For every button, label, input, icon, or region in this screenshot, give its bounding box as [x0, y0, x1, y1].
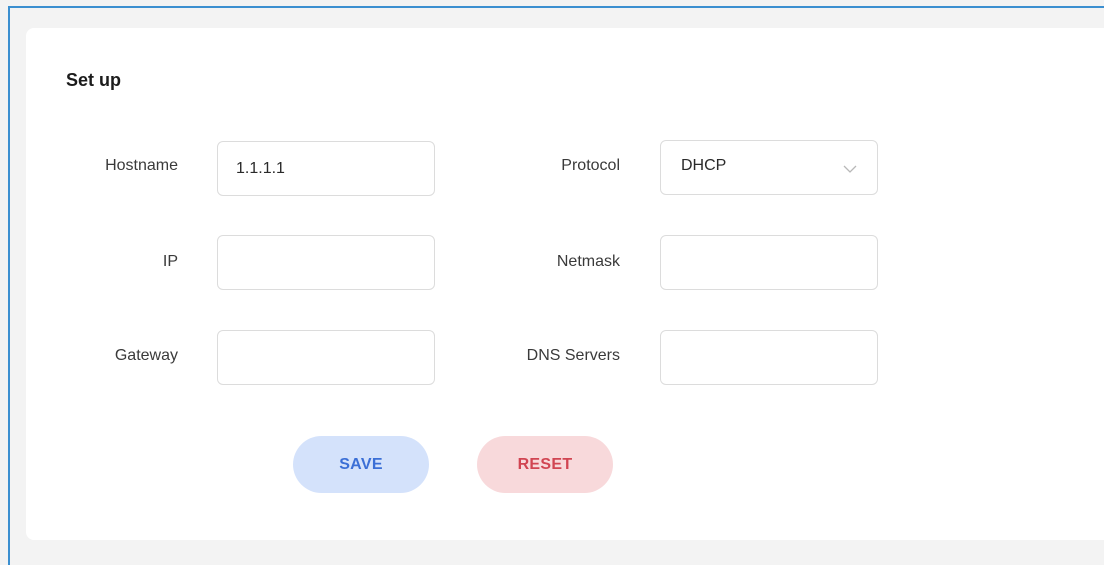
hostname-label: Hostname [105, 157, 178, 174]
gateway-input[interactable] [217, 330, 435, 385]
netmask-input[interactable] [660, 235, 878, 290]
protocol-label: Protocol [561, 157, 620, 174]
ip-input[interactable] [217, 235, 435, 290]
dns-servers-label: DNS Servers [526, 347, 620, 364]
card-title: Set up [66, 70, 122, 90]
dns-servers-input[interactable] [660, 330, 878, 385]
protocol-select[interactable]: DHCP [660, 140, 878, 195]
protocol-selected-value: DHCP [681, 156, 727, 174]
gateway-label: Gateway [114, 347, 178, 364]
chevron-down-icon [843, 165, 857, 175]
netmask-label: Netmask [556, 253, 620, 270]
reset-button[interactable]: RESET [477, 436, 613, 493]
ip-label: IP [162, 253, 178, 270]
hostname-input[interactable] [217, 141, 435, 196]
save-button[interactable]: SAVE [293, 436, 429, 493]
